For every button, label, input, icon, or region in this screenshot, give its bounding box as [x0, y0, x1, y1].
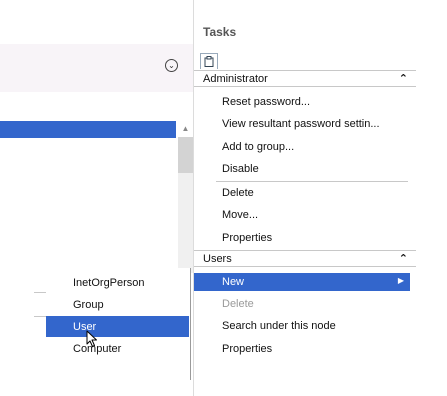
- task-delete[interactable]: Delete: [222, 187, 254, 199]
- chevron-up-icon[interactable]: ⌃: [399, 72, 408, 85]
- tree-line: [34, 316, 46, 317]
- task-delete-users: Delete: [222, 298, 254, 310]
- task-properties-users[interactable]: Properties: [222, 343, 272, 355]
- section-header-users[interactable]: Users ⌃: [194, 250, 416, 267]
- section-header-administrator[interactable]: Administrator ⌃: [194, 70, 416, 87]
- task-reset-password[interactable]: Reset password...: [222, 96, 310, 108]
- task-new[interactable]: New ▶: [194, 273, 410, 291]
- task-separator: [216, 181, 408, 182]
- details-header: [0, 44, 193, 92]
- submenu-item-user[interactable]: User: [46, 316, 189, 337]
- tree-line: [34, 292, 46, 293]
- submenu-edge: [190, 268, 191, 380]
- tasks-title: Tasks: [203, 25, 237, 39]
- pane-divider[interactable]: [193, 0, 194, 396]
- section-label: Administrator: [203, 72, 268, 85]
- task-disable[interactable]: Disable: [222, 163, 259, 175]
- scrollbar-thumb[interactable]: [178, 137, 193, 173]
- task-search-under-node[interactable]: Search under this node: [222, 320, 336, 332]
- chevron-down-icon[interactable]: ⌄: [165, 59, 178, 72]
- task-new-label: New: [222, 276, 245, 288]
- scrollbar-track[interactable]: [178, 173, 193, 273]
- chevron-right-icon: ▶: [397, 276, 404, 285]
- selected-list-row[interactable]: [0, 121, 176, 138]
- scroll-up-icon[interactable]: ▲: [178, 121, 193, 135]
- submenu-item-inetorgperson[interactable]: InetOrgPerson: [46, 272, 189, 293]
- submenu-item-computer[interactable]: Computer: [46, 338, 189, 359]
- task-view-password-settings[interactable]: View resultant password settin...: [222, 118, 380, 130]
- task-properties[interactable]: Properties: [222, 232, 272, 244]
- task-move[interactable]: Move...: [222, 209, 258, 221]
- section-label: Users: [203, 252, 232, 265]
- clipboard-icon[interactable]: [200, 53, 218, 69]
- chevron-up-icon[interactable]: ⌃: [399, 252, 408, 265]
- mouse-pointer-icon: [86, 330, 98, 351]
- submenu-item-group[interactable]: Group: [46, 294, 189, 315]
- new-submenu: InetOrgPerson Group User Computer: [46, 268, 191, 362]
- task-add-to-group[interactable]: Add to group...: [222, 141, 294, 153]
